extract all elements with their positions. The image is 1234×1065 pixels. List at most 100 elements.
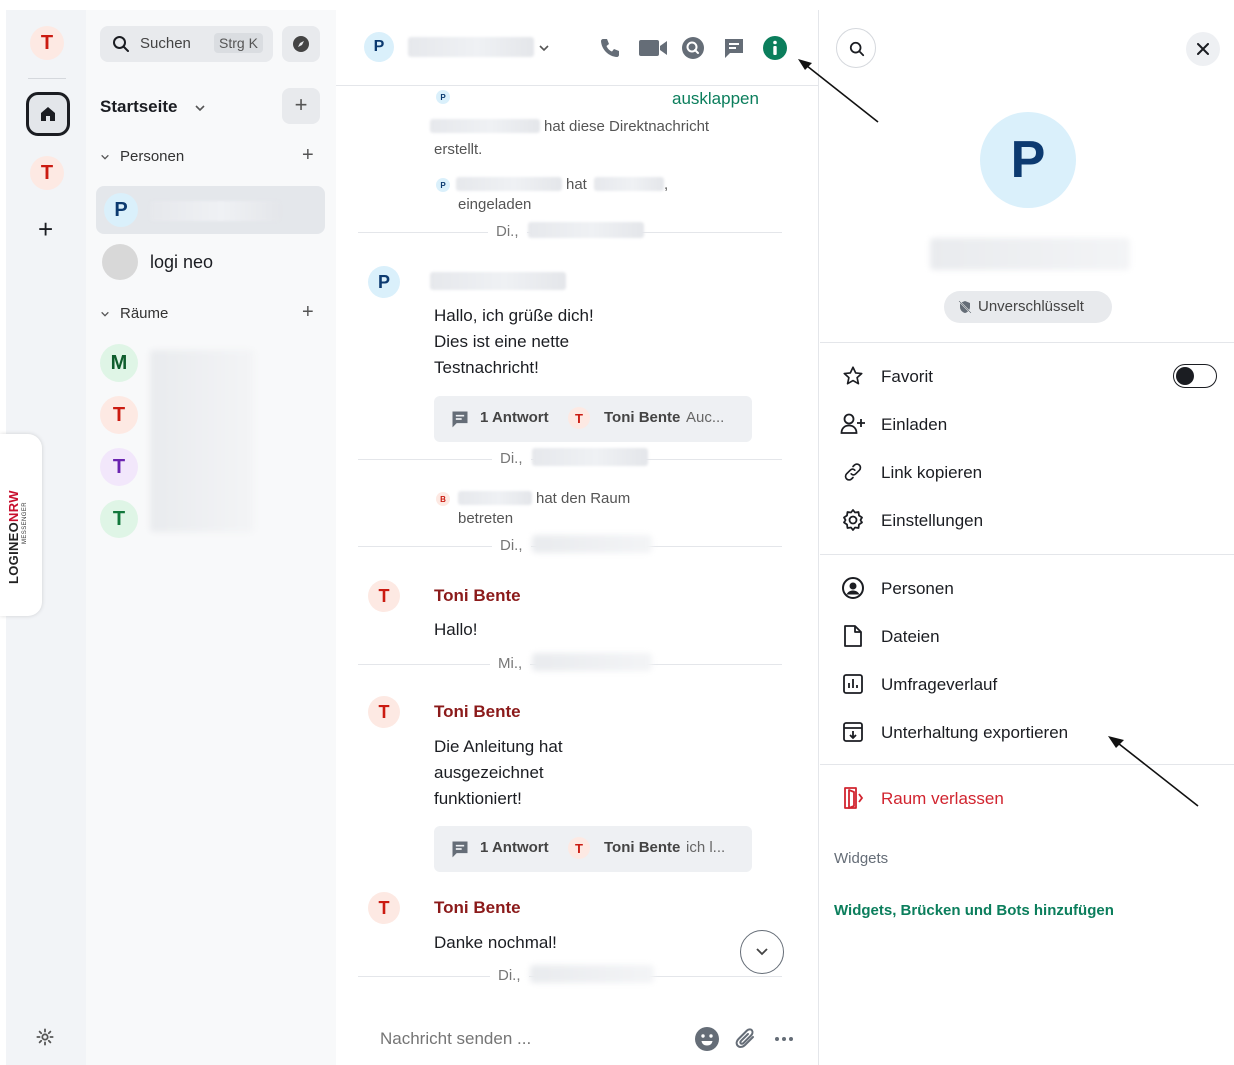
home-icon — [41, 107, 55, 121]
message-composer-input[interactable] — [380, 1026, 680, 1052]
thread-summary[interactable]: 1 Antwort T Toni Bente ich l... — [434, 826, 752, 872]
invite-row[interactable]: Einladen — [820, 402, 1234, 446]
message-line: Testnachricht! — [434, 358, 539, 377]
room-avatar[interactable]: M — [100, 344, 138, 382]
jump-to-bottom-button[interactable] — [740, 930, 784, 974]
room-search-icon[interactable] — [681, 36, 705, 60]
sender-avatar[interactable]: T — [368, 892, 400, 924]
encryption-status-label: Unverschlüsselt — [978, 298, 1084, 315]
room-info-icon[interactable] — [762, 35, 788, 61]
logo-subtext: MESSENGER — [22, 502, 28, 544]
user-avatar[interactable]: T — [30, 26, 64, 60]
panel-divider — [820, 554, 1234, 555]
chevron-down-icon[interactable] — [194, 102, 206, 114]
date-separator-label: Di., — [492, 450, 531, 467]
thread-icon — [452, 411, 468, 428]
export-icon — [843, 722, 863, 742]
redacted-user — [594, 177, 664, 191]
room-list-item[interactable]: logi neo — [96, 240, 325, 284]
redacted-room-name — [930, 238, 1130, 270]
add-person-button[interactable]: + — [302, 144, 314, 167]
user-circle-icon — [842, 577, 864, 599]
rooms-section-label[interactable]: Räume — [120, 305, 168, 322]
event-joined-text: hat den Raum — [536, 490, 631, 507]
room-avatar[interactable]: T — [100, 448, 138, 486]
menu-polls-label: Umfrageverlauf — [881, 675, 998, 694]
sender-avatar[interactable]: T — [368, 696, 400, 728]
room-info-panel: P Unverschlüsselt Favorit Einladen Link … — [820, 10, 1234, 1065]
files-row[interactable]: Dateien — [820, 614, 1234, 658]
emoji-icon[interactable] — [694, 1026, 720, 1052]
room-name: logi neo — [150, 252, 214, 272]
redacted-date — [532, 535, 652, 553]
expand-events-link[interactable]: ausklappen — [672, 89, 759, 109]
settings-row[interactable]: Einstellungen — [820, 498, 1234, 542]
thread-reply-count: 1 Antwort — [480, 409, 549, 426]
message-line: Hallo! — [434, 620, 478, 639]
poll-history-row[interactable]: Umfrageverlauf — [820, 662, 1234, 706]
door-exit-icon — [844, 787, 864, 809]
menu-copy-link-label: Link kopieren — [881, 463, 983, 482]
room-avatar[interactable]: T — [100, 396, 138, 434]
redacted-sender-name — [430, 272, 566, 290]
logineo-logo: LOGINEONRW MESSENGER — [0, 434, 42, 616]
room-avatar[interactable]: T — [100, 500, 138, 538]
widgets-heading: Widgets — [834, 850, 889, 867]
link-icon — [844, 463, 862, 481]
message-line: Dies ist eine nette — [434, 332, 570, 351]
message-line: ausgezeichnet — [434, 763, 544, 782]
menu-files-label: Dateien — [881, 627, 940, 646]
sender-avatar[interactable]: P — [368, 266, 400, 298]
explore-rooms-button[interactable] — [282, 26, 320, 62]
sender-name[interactable]: Toni Bente — [434, 898, 521, 918]
menu-favorite-label: Favorit — [881, 367, 933, 386]
message-line: Die Anleitung hat — [434, 737, 563, 756]
sender-avatar[interactable]: T — [368, 580, 400, 612]
add-room-button[interactable]: + — [282, 88, 320, 124]
people-row[interactable]: Personen — [820, 566, 1234, 610]
unlocked-shield-icon — [958, 300, 972, 314]
chevron-down-icon[interactable] — [100, 152, 110, 162]
redacted-date — [532, 448, 648, 466]
settings-gear-icon[interactable] — [36, 1028, 54, 1046]
more-options-icon[interactable] — [774, 1036, 794, 1042]
thread-preview: ich l... — [686, 839, 726, 856]
sender-name[interactable]: Toni Bente — [434, 586, 521, 606]
sender-name[interactable]: Toni Bente — [434, 702, 521, 722]
home-space-button[interactable] — [26, 92, 70, 136]
event-joined-text-2: betreten — [458, 510, 514, 527]
threads-icon[interactable] — [722, 36, 746, 60]
attachment-icon[interactable] — [734, 1026, 758, 1052]
copy-link-row[interactable]: Link kopieren — [820, 450, 1234, 494]
event-invited-comma: , — [664, 176, 669, 193]
thread-reply-count: 1 Antwort — [480, 839, 549, 856]
voice-call-icon[interactable] — [598, 36, 622, 60]
add-widgets-link[interactable]: Widgets, Brücken und Bots hinzufügen — [834, 902, 1114, 919]
thread-summary[interactable]: 1 Antwort T Toni Bente Auc... — [434, 396, 752, 442]
close-panel-button[interactable] — [1186, 32, 1220, 66]
add-room-section-button[interactable]: + — [302, 301, 314, 324]
room-header-avatar[interactable]: P — [364, 32, 394, 62]
event-created-text-2: erstellt. — [434, 141, 483, 158]
thread-preview: Auc... — [686, 409, 725, 426]
redacted-date — [530, 965, 654, 983]
bot-avatar — [102, 244, 138, 280]
menu-people-label: Personen — [881, 579, 954, 598]
add-user-icon — [840, 413, 865, 434]
thread-author: Toni Bente — [604, 409, 681, 426]
file-icon — [844, 625, 862, 647]
chevron-down-icon[interactable] — [100, 309, 110, 319]
search-button[interactable]: Suchen Strg K — [100, 26, 273, 62]
home-title[interactable]: Startseite — [100, 97, 177, 117]
favorite-row[interactable]: Favorit — [820, 354, 1234, 398]
people-section-label[interactable]: Personen — [120, 148, 184, 165]
rail-divider — [28, 78, 66, 79]
chevron-down-icon[interactable] — [538, 42, 550, 54]
thread-author-avatar: T — [568, 407, 590, 429]
create-space-button[interactable]: + — [38, 214, 53, 245]
room-list-item-selected[interactable]: P — [96, 186, 325, 234]
event-invited-text-2: eingeladen — [458, 196, 532, 213]
video-call-icon[interactable] — [638, 38, 668, 58]
space-avatar[interactable]: T — [30, 156, 64, 190]
favorite-toggle[interactable] — [1173, 364, 1217, 388]
